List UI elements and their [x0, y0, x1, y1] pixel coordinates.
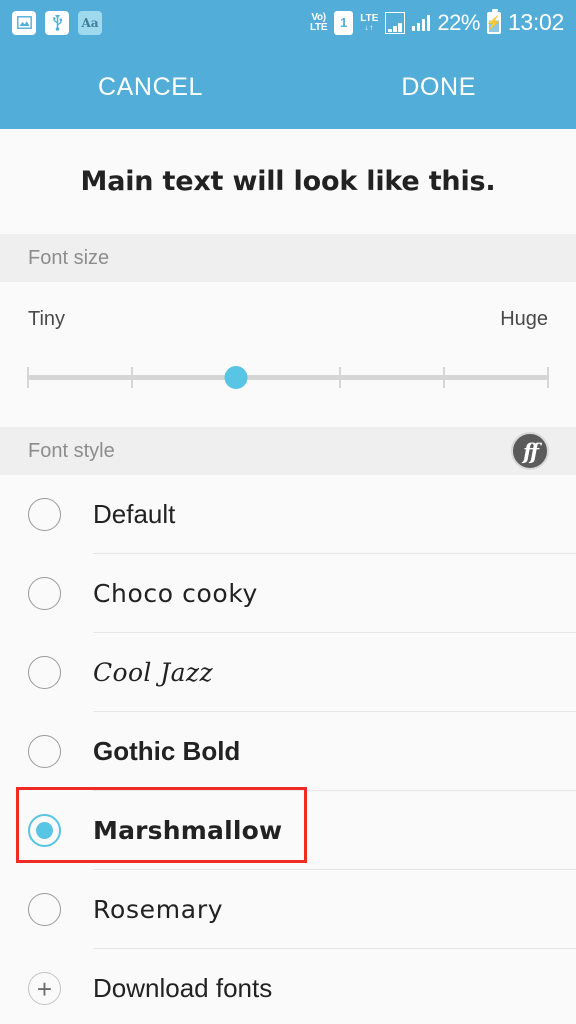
lte-data-icon: LTE ↓↑: [360, 13, 378, 32]
font-size-section-header: Font size: [0, 234, 576, 282]
volte-icon: Vo) LTE: [309, 12, 328, 33]
font-style-label: Gothic Bold: [93, 736, 241, 766]
radio-button[interactable]: [28, 577, 61, 610]
font-preview-area: Main text will look like this.: [0, 129, 576, 234]
radio-button-selected[interactable]: [28, 814, 61, 847]
font-style-header-label: Font style: [28, 439, 115, 462]
battery-charging-icon: ⚡: [486, 8, 502, 34]
font-style-label: Rosemary: [93, 895, 224, 924]
slider-tick: [339, 367, 341, 388]
font-style-label: Cool Jazz: [93, 658, 214, 687]
font-aa-icon: Aa: [78, 10, 102, 35]
font-style-row[interactable]: Marshmallow: [0, 791, 576, 870]
slider-tick: [547, 367, 549, 388]
slider-tick: [443, 367, 445, 388]
radio-button[interactable]: [28, 498, 61, 531]
font-size-slider[interactable]: [27, 359, 549, 397]
font-style-row[interactable]: + Download fonts: [0, 949, 576, 1024]
font-size-section: Tiny Huge: [0, 282, 576, 427]
radio-button[interactable]: [28, 893, 61, 926]
font-style-row[interactable]: Rosemary: [0, 870, 576, 949]
lte-arrows: ↓↑: [364, 22, 375, 32]
sim-card-icon: 1: [334, 10, 354, 35]
signal-strength-sim2-icon: [385, 11, 405, 34]
font-size-header-label: Font size: [28, 246, 110, 269]
battery-percentage: 22%: [437, 9, 480, 35]
font-style-section-header: Font style ff: [0, 427, 576, 475]
slider-tick: [27, 367, 29, 388]
font-style-label: Marshmallow: [93, 816, 283, 845]
status-bar-right-icons: Vo) LTE 1 LTE ↓↑ 22% ⚡ 13:02: [309, 8, 564, 36]
slider-thumb[interactable]: [224, 366, 248, 389]
usb-icon: [45, 10, 69, 35]
cancel-button[interactable]: CANCEL: [98, 73, 203, 102]
font-style-row[interactable]: Default: [0, 475, 576, 554]
font-style-label: Download fonts: [93, 973, 273, 1003]
font-style-row[interactable]: Choco cooky: [0, 554, 576, 633]
image-icon: [12, 10, 36, 35]
slider-track[interactable]: [28, 375, 548, 380]
font-style-row[interactable]: Gothic Bold: [0, 712, 576, 791]
action-bar: CANCEL DONE: [0, 45, 576, 129]
radio-button[interactable]: [28, 656, 61, 689]
done-button[interactable]: DONE: [401, 73, 476, 102]
font-style-row[interactable]: Cool Jazz: [0, 633, 576, 712]
volte-line-2: LTE: [309, 21, 328, 33]
status-bar: Aa Vo) LTE 1 LTE ↓↑ 22% ⚡ 13:02: [0, 0, 576, 45]
font-style-list: Default Choco cooky Cool Jazz Gothic Bold Ma…: [0, 475, 576, 1024]
radio-button[interactable]: [28, 735, 61, 768]
signal-strength-sim1-icon: [411, 14, 431, 31]
ff-badge-icon[interactable]: ff: [511, 432, 549, 470]
status-bar-left-icons: Aa: [12, 10, 102, 35]
font-size-max-label: Huge: [500, 308, 548, 330]
font-style-label: Choco cooky: [93, 579, 258, 608]
sim-number: 1: [340, 15, 348, 30]
slider-tick: [131, 367, 133, 388]
font-style-label: Default: [93, 499, 176, 529]
font-size-min-label: Tiny: [28, 308, 66, 330]
font-aa-icon-label: Aa: [81, 15, 99, 30]
clock: 13:02: [507, 9, 564, 35]
font-size-range-labels: Tiny Huge: [28, 308, 548, 331]
plus-icon[interactable]: +: [28, 972, 61, 1005]
preview-text: Main text will look like this.: [80, 166, 496, 197]
